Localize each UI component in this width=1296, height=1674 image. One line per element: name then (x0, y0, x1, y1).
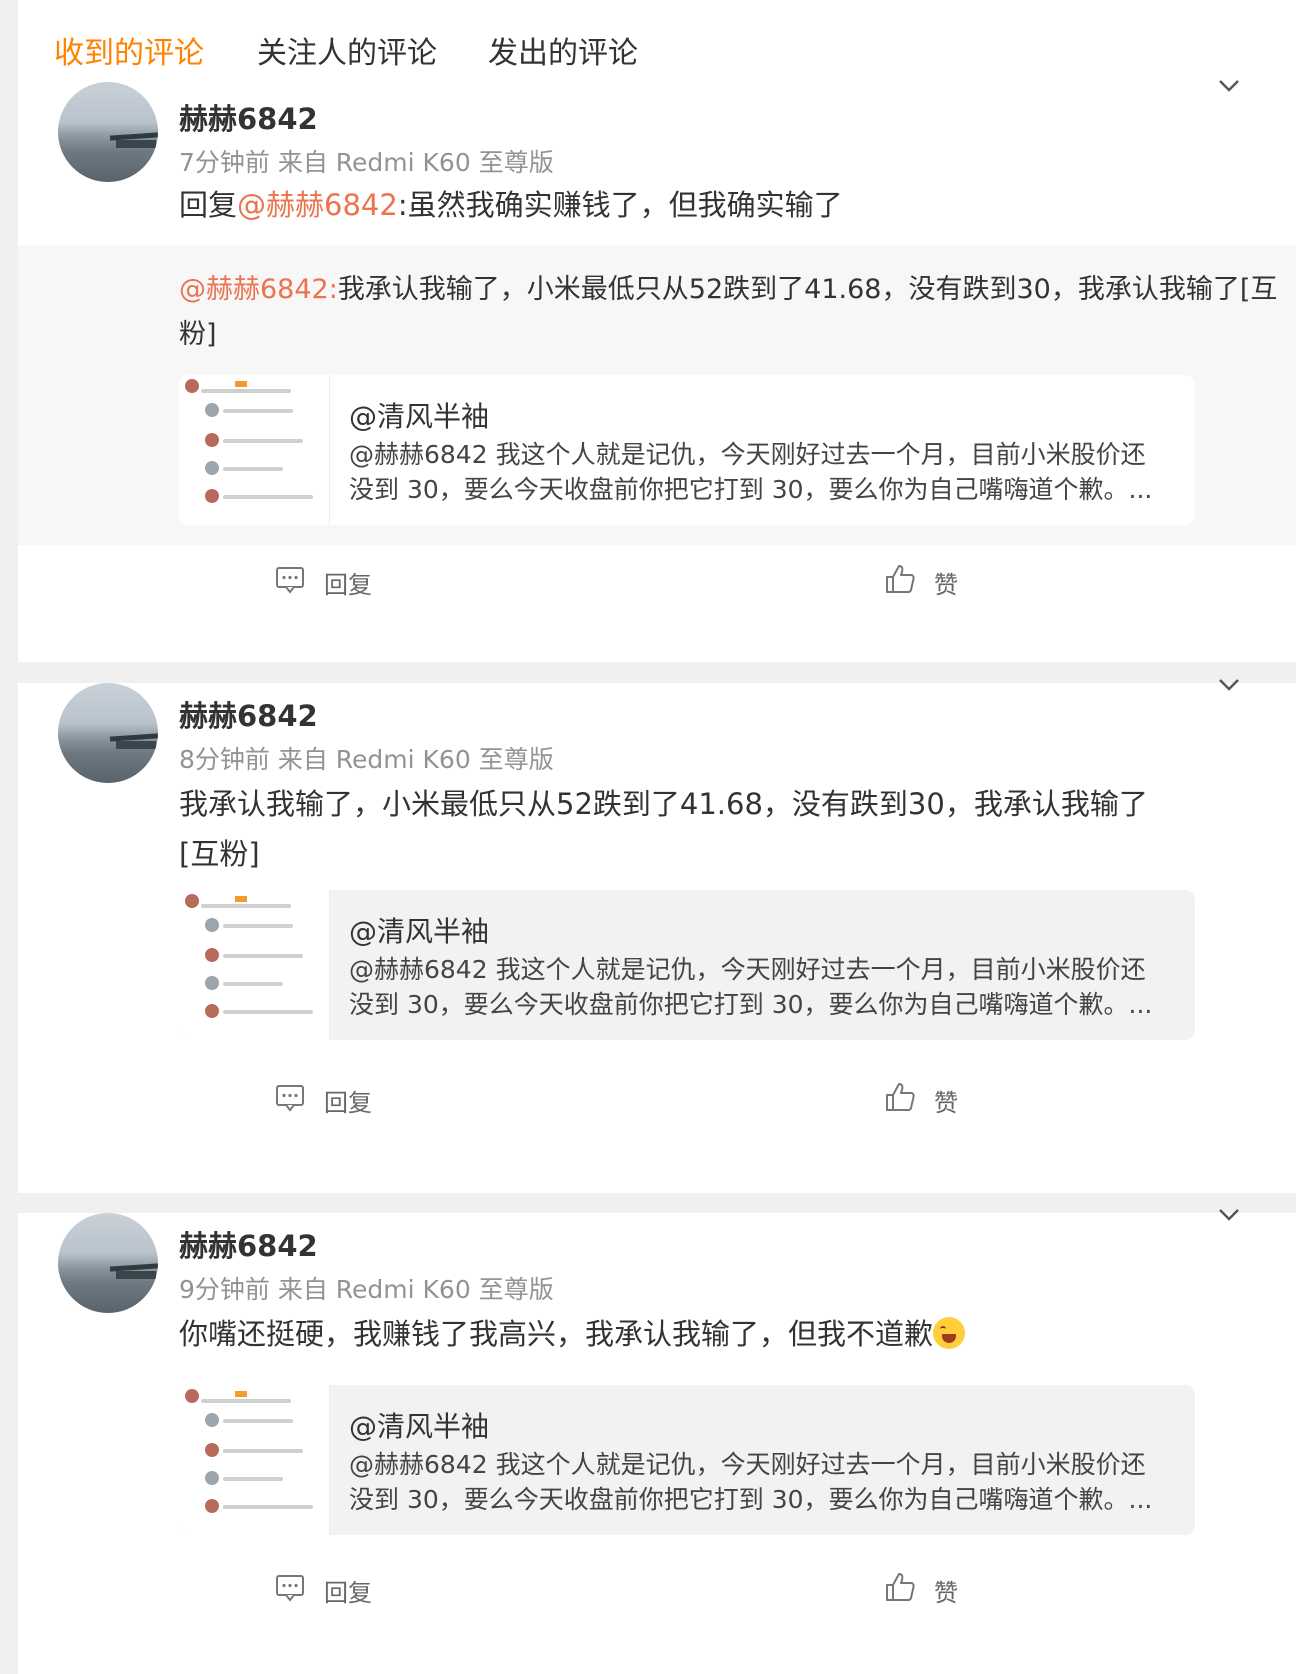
comment-meta: 8分钟前 来自 Redmi K60 至尊版 (179, 745, 554, 774)
mention-link[interactable]: @赫赫6842 (237, 188, 398, 222)
comment-card: 赫赫6842 8分钟前 来自 Redmi K60 至尊版 我承认我输了，小米最低… (18, 679, 1296, 1193)
comment-text: 我承认我输了，小米最低只从52跌到了41.68，没有跌到30，我承认我输了[互粉… (179, 787, 1148, 871)
comment-meta: 9分钟前 来自 Redmi K60 至尊版 (179, 1275, 554, 1304)
reply-label: 回复 (324, 571, 372, 599)
comment-card: 赫赫6842 7分钟前 来自 Redmi K60 至尊版 回复@赫赫6842:虽… (18, 80, 1296, 662)
comment-actions: 回复 赞 (18, 545, 1296, 617)
like-label: 赞 (934, 571, 958, 599)
shared-post-thumbnail (179, 375, 330, 525)
reply-label: 回复 (324, 1089, 372, 1117)
user-name[interactable]: 赫赫6842 (179, 693, 318, 735)
reply-label: 回复 (324, 1579, 372, 1607)
thumbs-up-icon (886, 1083, 915, 1111)
comment-meta: 7分钟前 来自 Redmi K60 至尊版 (179, 148, 554, 177)
comment-text: 你嘴还挺硬，我赚钱了我高兴，我承认我输了，但我不道歉 (179, 1309, 1186, 1359)
comment-body: :虽然我确实赚钱了，但我确实输了 (397, 188, 843, 222)
tab-received-comments[interactable]: 收到的评论 (54, 28, 204, 72)
shared-post-author: @清风半袖 (349, 400, 490, 433)
quote-mention-link[interactable]: @赫赫6842: (179, 274, 338, 305)
crying-laugh-emoji (933, 1317, 966, 1349)
comment-icon (276, 1575, 304, 1602)
reply-button[interactable]: 回复 (274, 563, 394, 599)
thumbs-up-icon (886, 1573, 915, 1601)
comment-icon (276, 1085, 304, 1112)
shared-post-text: @赫赫6842 我这个人就是记仇，今天刚好过去一个月，目前小米股价还没到 30，… (349, 440, 1153, 504)
like-button[interactable]: 赞 (884, 1081, 984, 1117)
tab-following-comments[interactable]: 关注人的评论 (257, 28, 437, 72)
shared-post-thumbnail (179, 890, 330, 1040)
shared-post-thumbnail (179, 1385, 330, 1535)
tab-sent-comments[interactable]: 发出的评论 (488, 28, 638, 72)
comment-icon (276, 567, 304, 594)
shared-post-author: @清风半袖 (349, 915, 490, 948)
user-name[interactable]: 赫赫6842 (179, 96, 318, 138)
thumbs-up-icon (886, 565, 915, 593)
quoted-text: @赫赫6842:我承认我输了，小米最低只从52跌到了41.68，没有跌到30，我… (179, 267, 1278, 357)
like-button[interactable]: 赞 (884, 563, 984, 599)
comment-text: 回复@赫赫6842:虽然我确实赚钱了，但我确实输了 (179, 180, 1186, 230)
shared-post-card[interactable]: @清风半袖 @赫赫6842 我这个人就是记仇，今天刚好过去一个月，目前小米股价还… (179, 1385, 1195, 1535)
comment-tabs: 收到的评论 关注人的评论 发出的评论 (18, 0, 1296, 91)
reply-button[interactable]: 回复 (274, 1571, 394, 1607)
chevron-down-icon[interactable] (1214, 669, 1244, 699)
reply-prefix: 回复 (179, 188, 238, 222)
like-label: 赞 (934, 1579, 958, 1607)
comment-actions: 回复 赞 (18, 1063, 1296, 1135)
reply-button[interactable]: 回复 (274, 1081, 394, 1117)
comment-card: 赫赫6842 9分钟前 来自 Redmi K60 至尊版 你嘴还挺硬，我赚钱了我… (18, 1209, 1296, 1674)
user-name[interactable]: 赫赫6842 (179, 1223, 318, 1265)
shared-post-text: @赫赫6842 我这个人就是记仇，今天刚好过去一个月，目前小米股价还没到 30，… (349, 1450, 1153, 1514)
shared-post-card[interactable]: @清风半袖 @赫赫6842 我这个人就是记仇，今天刚好过去一个月，目前小米股价还… (179, 375, 1195, 525)
avatar[interactable] (58, 82, 158, 182)
avatar[interactable] (58, 683, 158, 783)
chevron-down-icon[interactable] (1214, 70, 1244, 100)
shared-post-card[interactable]: @清风半袖 @赫赫6842 我这个人就是记仇，今天刚好过去一个月，目前小米股价还… (179, 890, 1195, 1040)
comment-body: 你嘴还挺硬，我赚钱了我高兴，我承认我输了，但我不道歉 (179, 1317, 934, 1351)
quote-body: 我承认我输了，小米最低只从52跌到了41.68，没有跌到30，我承认我输了[互粉… (179, 274, 1278, 350)
quoted-comment[interactable]: @赫赫6842:我承认我输了，小米最低只从52跌到了41.68，没有跌到30，我… (18, 245, 1296, 545)
shared-post-text: @赫赫6842 我这个人就是记仇，今天刚好过去一个月，目前小米股价还没到 30，… (349, 955, 1153, 1019)
chevron-down-icon[interactable] (1214, 1199, 1244, 1229)
shared-post-author: @清风半袖 (349, 1410, 490, 1443)
like-label: 赞 (934, 1089, 958, 1117)
avatar[interactable] (58, 1213, 158, 1313)
comment-actions: 回复 赞 (18, 1553, 1296, 1625)
like-button[interactable]: 赞 (884, 1571, 984, 1607)
